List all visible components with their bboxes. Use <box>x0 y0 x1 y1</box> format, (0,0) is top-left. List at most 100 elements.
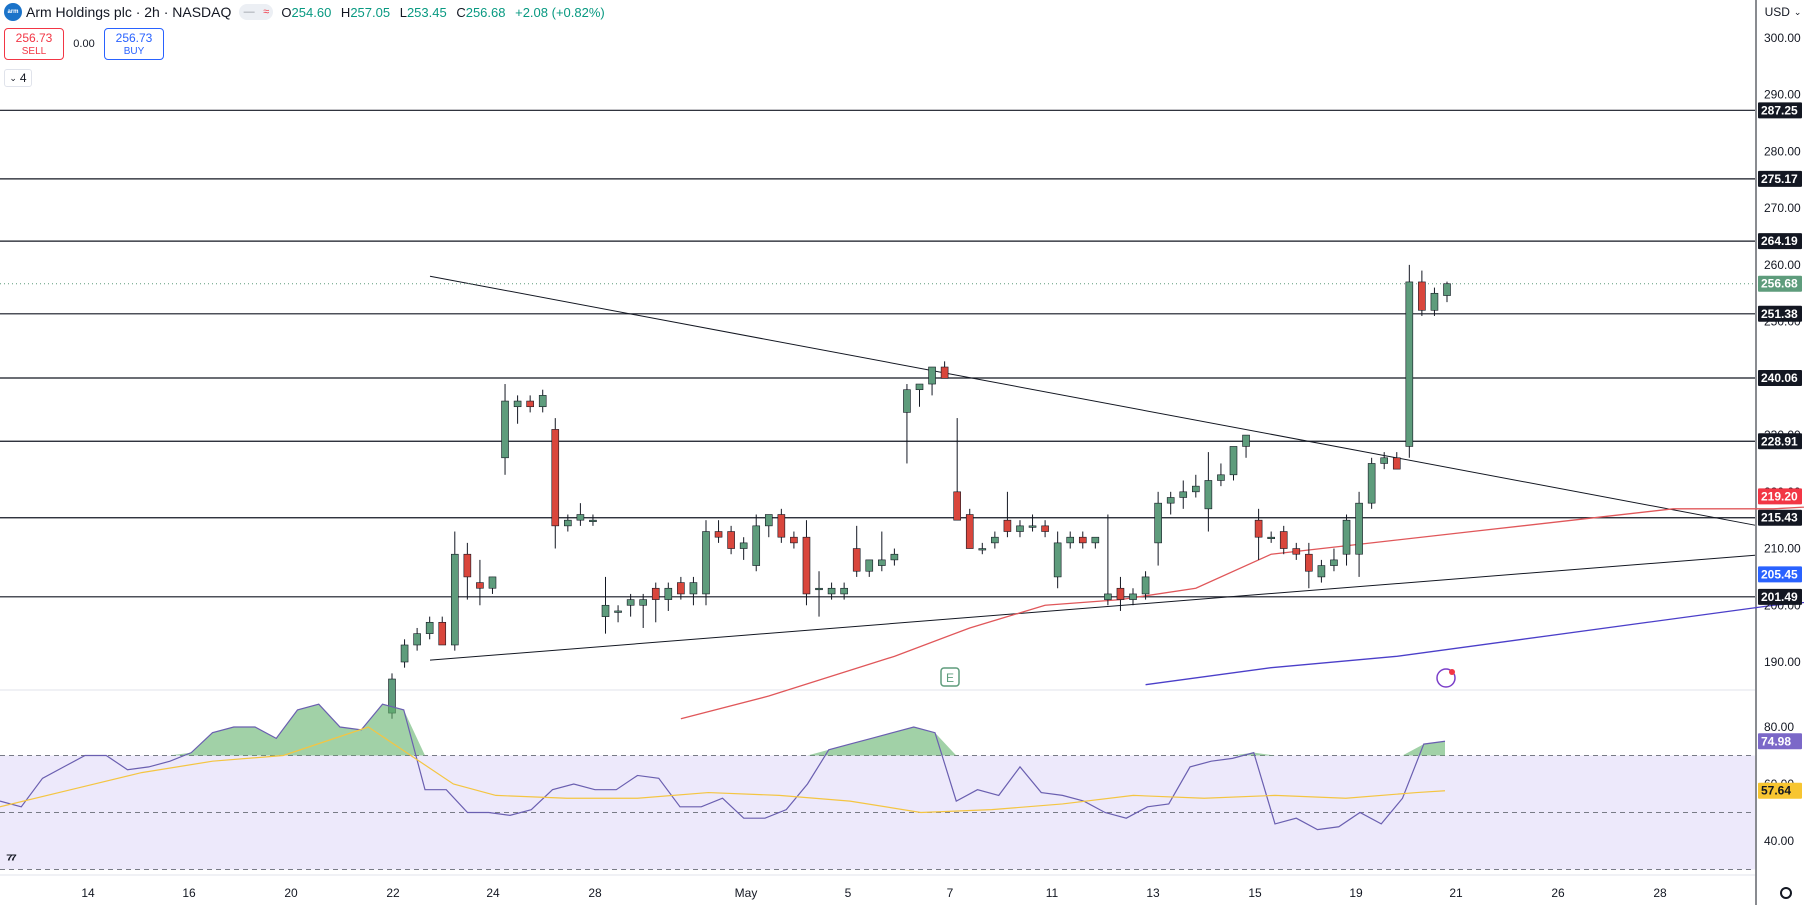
candle[interactable] <box>1053 542 1062 578</box>
candle[interactable] <box>840 587 848 595</box>
candle[interactable] <box>1254 519 1263 538</box>
candle[interactable] <box>614 610 622 613</box>
candle[interactable] <box>1443 283 1451 296</box>
candle[interactable] <box>702 531 710 595</box>
candle[interactable] <box>815 587 823 591</box>
candle[interactable] <box>1317 565 1326 578</box>
candle[interactable] <box>1104 593 1112 600</box>
candle[interactable] <box>1267 536 1275 540</box>
candle[interactable] <box>664 587 673 600</box>
candle[interactable] <box>1066 536 1075 544</box>
candle[interactable] <box>865 559 874 572</box>
candle[interactable] <box>589 519 597 522</box>
candle[interactable] <box>991 536 999 544</box>
candle[interactable] <box>513 400 522 408</box>
candle[interactable] <box>1028 525 1037 528</box>
candle[interactable] <box>1078 536 1087 544</box>
candle[interactable] <box>903 389 911 413</box>
buy-button[interactable]: 256.73 BUY <box>104 28 164 60</box>
candle[interactable] <box>1242 434 1250 447</box>
level-tag: 251.38 <box>1761 307 1798 321</box>
candle[interactable] <box>1279 531 1288 549</box>
candle[interactable] <box>488 576 497 589</box>
line-toggle-icon[interactable]: — <box>244 6 255 18</box>
candle[interactable] <box>878 559 886 566</box>
candle[interactable] <box>1041 525 1049 532</box>
sell-label: SELL <box>21 46 47 57</box>
candle[interactable] <box>714 531 723 538</box>
candle[interactable] <box>1392 457 1401 470</box>
candle[interactable] <box>413 633 421 646</box>
candle[interactable] <box>1116 587 1125 600</box>
price-chart[interactable]: 190.00200.00210.00220.00230.00240.00250.… <box>0 0 1804 905</box>
candle[interactable] <box>651 587 660 600</box>
candle[interactable] <box>827 587 836 595</box>
candle[interactable] <box>1179 491 1188 498</box>
candle[interactable] <box>1342 519 1351 555</box>
currency-selector[interactable]: USD ⌄ <box>1764 2 1801 22</box>
candle[interactable] <box>752 525 761 566</box>
candle[interactable] <box>764 514 773 527</box>
candle[interactable] <box>1292 548 1301 555</box>
candle[interactable] <box>915 383 924 391</box>
candle[interactable] <box>1141 576 1150 595</box>
time-tick-label: 28 <box>588 886 602 900</box>
candle[interactable] <box>1016 525 1024 532</box>
candle[interactable] <box>1355 502 1363 555</box>
currency-label: USD <box>1764 5 1790 19</box>
candle[interactable] <box>1154 502 1162 544</box>
candle[interactable] <box>739 542 748 549</box>
chart-style-toggle[interactable]: — ≈ <box>239 4 274 20</box>
candle[interactable] <box>526 400 534 408</box>
candle[interactable] <box>790 536 798 544</box>
symbol-title[interactable]: Arm Holdings plc · 2h · NASDAQ <box>26 4 231 20</box>
candle[interactable] <box>1405 281 1414 447</box>
candle[interactable] <box>928 366 936 385</box>
candle[interactable] <box>576 514 585 521</box>
candle[interactable] <box>501 400 509 459</box>
candle[interactable] <box>1305 553 1313 572</box>
candle[interactable] <box>727 531 735 549</box>
candle[interactable] <box>564 519 572 527</box>
candle[interactable] <box>463 553 472 578</box>
candle[interactable] <box>802 536 811 595</box>
tradingview-logo-icon[interactable]: ⁷⁷ <box>6 850 17 870</box>
candle[interactable] <box>1430 292 1439 311</box>
candle[interactable] <box>551 429 560 527</box>
candle[interactable] <box>965 514 974 549</box>
candle[interactable] <box>953 491 961 521</box>
candle[interactable] <box>1229 446 1238 476</box>
indicators-toggle[interactable]: ⌄ 4 <box>4 69 32 87</box>
candle[interactable] <box>1367 463 1376 504</box>
candle[interactable] <box>626 599 635 606</box>
candle[interactable] <box>538 395 547 408</box>
candle[interactable] <box>425 621 434 634</box>
candle[interactable] <box>1166 497 1175 504</box>
wave-toggle-icon[interactable]: ≈ <box>263 6 269 18</box>
candle[interactable] <box>852 548 861 572</box>
candle[interactable] <box>1217 474 1225 481</box>
candle[interactable] <box>450 553 459 646</box>
candle[interactable] <box>476 582 484 589</box>
candle[interactable] <box>1091 536 1100 544</box>
settings-gear-icon[interactable] <box>1780 887 1792 899</box>
candle[interactable] <box>438 621 447 646</box>
candle[interactable] <box>978 548 987 551</box>
candle[interactable] <box>1129 593 1137 600</box>
candle[interactable] <box>940 366 949 379</box>
candle[interactable] <box>1003 519 1012 532</box>
candle[interactable] <box>400 644 409 663</box>
candle[interactable] <box>689 582 698 595</box>
candle[interactable] <box>601 604 610 617</box>
candle[interactable] <box>1380 457 1389 464</box>
sell-button[interactable]: 256.73 SELL <box>4 28 64 60</box>
ascending-trendline[interactable] <box>429 554 1756 661</box>
candle[interactable] <box>639 599 647 606</box>
candle[interactable] <box>1192 485 1200 493</box>
candle[interactable] <box>1204 480 1213 510</box>
candle[interactable] <box>890 553 899 561</box>
candle[interactable] <box>1418 281 1426 311</box>
candle[interactable] <box>677 582 685 595</box>
candle[interactable] <box>777 514 786 538</box>
candle[interactable] <box>1330 559 1338 566</box>
